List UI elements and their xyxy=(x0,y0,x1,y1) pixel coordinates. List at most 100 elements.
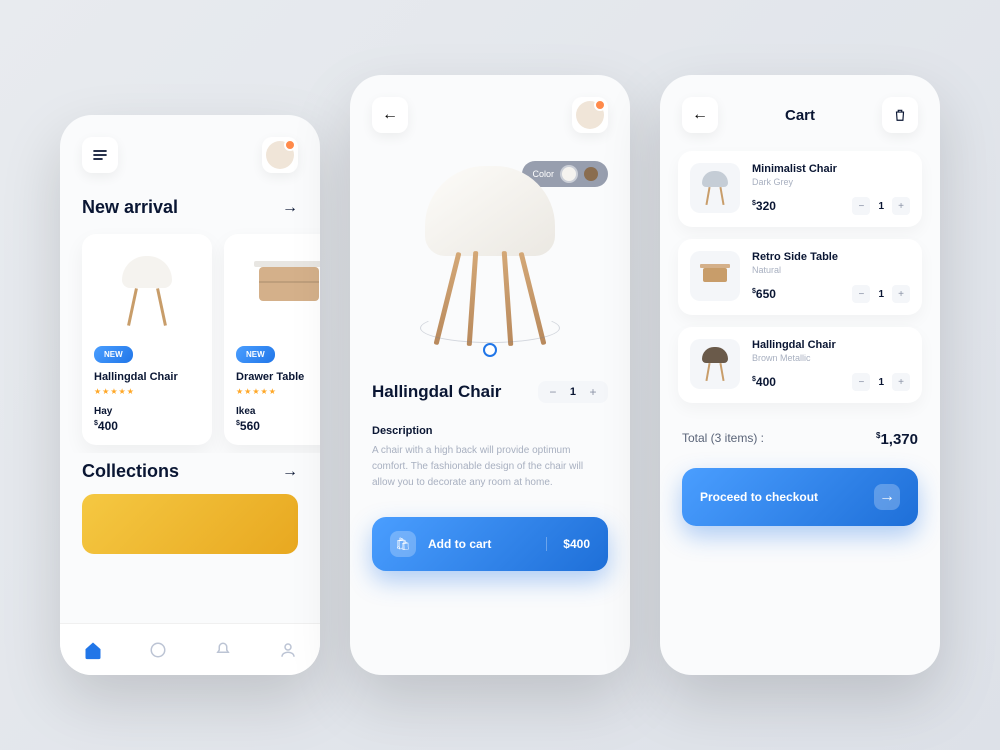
home-icon xyxy=(83,640,103,660)
rating-stars: ★★★★★ xyxy=(94,387,200,396)
cart-item-name: Minimalist Chair xyxy=(752,163,910,175)
user-icon xyxy=(279,641,297,659)
cart-item: Hallingdal Chair Brown Metallic $400 − 1… xyxy=(678,327,922,403)
qty-plus-button[interactable]: + xyxy=(586,385,600,399)
section-title: Collections xyxy=(82,461,179,482)
drawer-icon xyxy=(254,261,320,321)
cart-title: Cart xyxy=(785,107,815,124)
avatar-icon xyxy=(576,101,604,129)
qty-minus-button[interactable]: − xyxy=(852,373,870,391)
profile-button[interactable] xyxy=(572,97,608,133)
arrow-left-icon: ← xyxy=(692,106,708,124)
add-cart-price: $400 xyxy=(546,537,590,551)
description-text: A chair with a high back will provide op… xyxy=(372,443,608,491)
cart-item-price: $400 xyxy=(752,375,776,389)
product-cards-row: NEW Hallingdal Chair ★★★★★ Hay $400 NEW … xyxy=(60,226,320,453)
home-screen: New arrival → NEW Hallingdal Chair ★★★★★… xyxy=(60,115,320,675)
total-value: $1,370 xyxy=(876,431,918,448)
qty-minus-button[interactable]: − xyxy=(546,385,560,399)
cart-thumb xyxy=(690,339,740,389)
bell-icon xyxy=(214,641,232,659)
collections-header: Collections → xyxy=(60,453,320,490)
nav-home[interactable] xyxy=(81,638,105,662)
chair-icon xyxy=(700,347,730,381)
detail-screen: ← Color Hallingdal Chair − 1 + Descripti… xyxy=(350,75,630,675)
collection-preview[interactable] xyxy=(82,494,298,554)
cart-thumb xyxy=(690,163,740,213)
cart-list: Minimalist Chair Dark Grey $320 − 1 + Re… xyxy=(660,147,940,407)
color-swatch-brown[interactable] xyxy=(584,167,598,181)
qty-plus-button[interactable]: + xyxy=(892,197,910,215)
cart-item-price: $320 xyxy=(752,199,776,213)
qty-plus-button[interactable]: + xyxy=(892,373,910,391)
product-title: Hallingdal Chair xyxy=(372,382,501,402)
detail-header: ← xyxy=(350,75,630,141)
cart-item-variant: Brown Metallic xyxy=(752,353,910,363)
cart-item: Minimalist Chair Dark Grey $320 − 1 + xyxy=(678,151,922,227)
rotate-handle[interactable] xyxy=(483,343,497,357)
nav-notifications[interactable] xyxy=(211,638,235,662)
qty-value: 1 xyxy=(872,201,890,212)
brand-label: Hay xyxy=(94,406,200,417)
qty-minus-button[interactable]: − xyxy=(852,285,870,303)
brand-label: Ikea xyxy=(236,406,320,417)
qty-plus-button[interactable]: + xyxy=(892,285,910,303)
home-header xyxy=(60,115,320,189)
total-row: Total (3 items) : $1,370 xyxy=(660,407,940,462)
price-label: $400 xyxy=(94,419,200,433)
qty-value: 1 xyxy=(570,386,576,398)
bag-icon: 🛍 xyxy=(390,531,416,557)
new-arrival-header: New arrival → xyxy=(60,189,320,226)
cart-qty-stepper: − 1 + xyxy=(852,197,910,215)
description-section: Description A chair with a high back wil… xyxy=(350,413,630,503)
delete-button[interactable] xyxy=(882,97,918,133)
cart-header: ← Cart xyxy=(660,75,940,147)
product-hero: Color xyxy=(350,141,630,371)
see-all-arrow[interactable]: → xyxy=(282,199,298,217)
product-card[interactable]: NEW Drawer Table ★★★★★ Ikea $560 xyxy=(224,234,320,445)
chat-icon xyxy=(149,641,167,659)
cart-item-name: Retro Side Table xyxy=(752,251,910,263)
new-badge: NEW xyxy=(236,346,275,363)
cart-qty-stepper: − 1 + xyxy=(852,285,910,303)
cart-thumb xyxy=(690,251,740,301)
cart-item-variant: Natural xyxy=(752,265,910,275)
avatar-icon xyxy=(266,141,294,169)
cart-item: Retro Side Table Natural $650 − 1 + xyxy=(678,239,922,315)
add-cart-label: Add to cart xyxy=(428,537,491,551)
nav-profile[interactable] xyxy=(276,638,300,662)
table-icon xyxy=(700,262,730,290)
back-button[interactable]: ← xyxy=(682,97,718,133)
arrow-right-icon: → xyxy=(874,484,900,510)
checkout-button[interactable]: Proceed to checkout → xyxy=(682,468,918,526)
product-name: Drawer Table xyxy=(236,371,320,383)
hamburger-icon xyxy=(92,147,108,163)
qty-value: 1 xyxy=(872,377,890,388)
title-row: Hallingdal Chair − 1 + xyxy=(350,371,630,413)
menu-button[interactable] xyxy=(82,137,118,173)
nav-chat[interactable] xyxy=(146,638,170,662)
bottom-nav xyxy=(60,623,320,675)
qty-minus-button[interactable]: − xyxy=(852,197,870,215)
cart-item-variant: Dark Grey xyxy=(752,177,910,187)
section-title: New arrival xyxy=(82,197,178,218)
price-label: $560 xyxy=(236,419,320,433)
description-label: Description xyxy=(372,425,608,437)
product-name: Hallingdal Chair xyxy=(94,371,200,383)
total-label: Total (3 items) : xyxy=(682,431,764,448)
cart-item-name: Hallingdal Chair xyxy=(752,339,910,351)
trash-icon xyxy=(893,108,907,122)
cart-screen: ← Cart Minimalist Chair Dark Grey $320 −… xyxy=(660,75,940,675)
quantity-stepper: − 1 + xyxy=(538,381,608,403)
product-image xyxy=(94,246,200,336)
back-button[interactable]: ← xyxy=(372,97,408,133)
chair-icon xyxy=(700,171,730,205)
cart-qty-stepper: − 1 + xyxy=(852,373,910,391)
qty-value: 1 xyxy=(872,289,890,300)
profile-button[interactable] xyxy=(262,137,298,173)
add-to-cart-button[interactable]: 🛍 Add to cart $400 xyxy=(372,517,608,571)
see-all-arrow[interactable]: → xyxy=(282,463,298,481)
rotate-ring-icon xyxy=(420,313,560,343)
checkout-label: Proceed to checkout xyxy=(700,490,818,504)
product-card[interactable]: NEW Hallingdal Chair ★★★★★ Hay $400 xyxy=(82,234,212,445)
